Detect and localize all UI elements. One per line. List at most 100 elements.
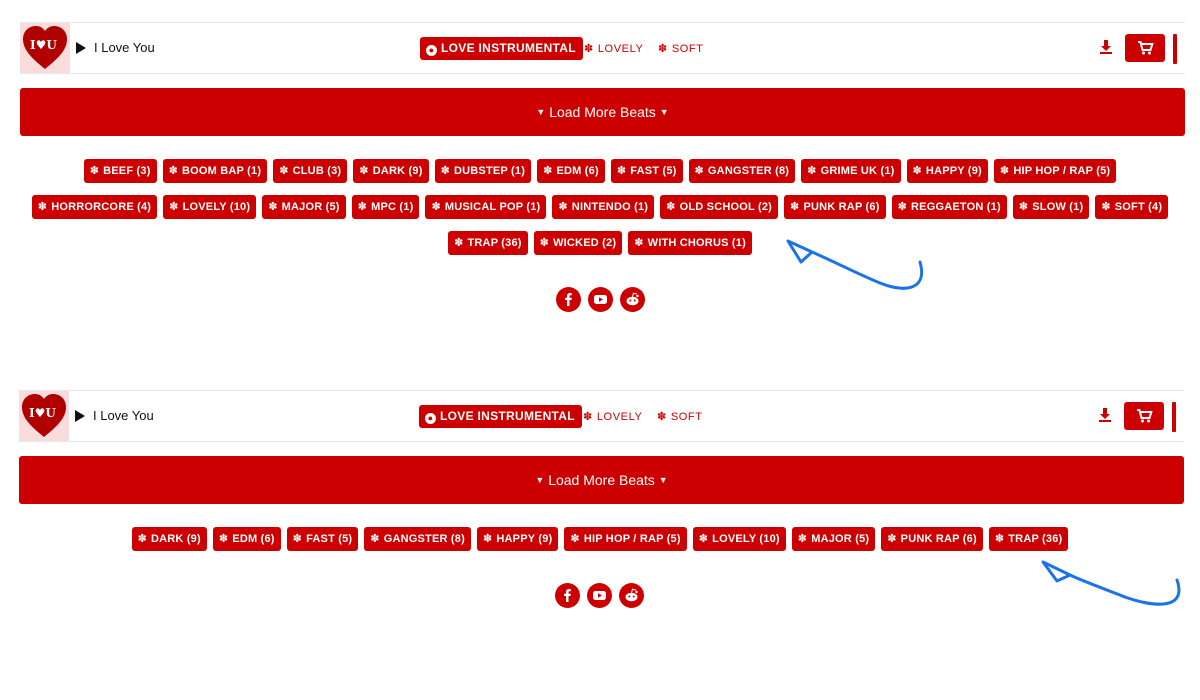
tag-chip-dubstep[interactable]: ✽ DUBSTEP (1) [434, 159, 532, 183]
add-to-cart-button[interactable] [1124, 402, 1164, 430]
asterisk-icon: ✽ [37, 201, 48, 213]
load-more-button[interactable]: ▼ Load More Beats ▼ [20, 88, 1185, 136]
download-icon[interactable] [1099, 39, 1113, 55]
track-title[interactable]: I Love You [93, 408, 154, 423]
tag-chip-label: EDM (6) [232, 533, 275, 545]
tag-chip-edm[interactable]: ✽ EDM (6) [212, 527, 281, 551]
asterisk-icon: ✽ [698, 533, 709, 545]
tag-chip-punk-rap[interactable]: ✽ PUNK RAP (6) [881, 527, 983, 551]
tag-chip-hip-hop-rap[interactable]: ✽ HIP HOP / RAP (5) [564, 527, 687, 551]
asterisk-icon: ✽ [887, 533, 897, 545]
tag-cloud-row: ✽ TRAP (36) ✽ WICKED (2) ✽ WITH CHORUS (1) [0, 231, 1200, 255]
youtube-icon[interactable] [587, 287, 613, 312]
track-cover[interactable]: I♥U [20, 23, 70, 73]
tag-chip-label: TRAP (36) [467, 237, 522, 249]
more-options-bar[interactable] [1172, 402, 1176, 432]
tag-chip-grime-uk[interactable]: ✽ GRIME UK (1) [801, 159, 901, 183]
tag-chip-musical-pop[interactable]: ✽ MUSICAL POP (1) [425, 195, 547, 219]
tag-chip-label: OLD SCHOOL (2) [679, 201, 773, 213]
tag-lovely[interactable]: ✽ LOVELY [583, 410, 642, 423]
tag-chip-gangster[interactable]: ✽ GANGSTER (8) [688, 159, 796, 183]
tag-love-instrumental[interactable]: ● LOVE INSTRUMENTAL [420, 37, 583, 60]
asterisk-icon: ✽ [558, 201, 568, 213]
tag-chip-dark[interactable]: ✽ DARK (9) [131, 527, 207, 551]
tag-chip-label: LOVELY (10) [182, 201, 251, 213]
asterisk-icon: ✽ [137, 533, 147, 545]
play-icon[interactable] [76, 42, 86, 54]
tag-lovely[interactable]: ✽ LOVELY [584, 42, 643, 55]
load-more-button[interactable]: ▼ Load More Beats ▼ [19, 456, 1184, 504]
track-cover[interactable]: I♥U [19, 391, 69, 441]
reddit-icon[interactable] [618, 583, 644, 608]
caret-down-icon: ▼ [659, 107, 669, 117]
tag-chip-label: HAPPY (9) [925, 165, 982, 177]
tag-chip-gangster[interactable]: ✽ GANGSTER (8) [364, 527, 471, 551]
youtube-icon[interactable] [586, 583, 612, 608]
tag-chip-label: NINTENDO (1) [571, 201, 649, 213]
tag-chip-label: HORRORCORE (4) [51, 201, 152, 213]
asterisk-icon: ✽ [440, 165, 450, 177]
tag-chip-hip-hop-rap[interactable]: ✽ HIP HOP / RAP (5) [993, 159, 1117, 183]
tag-chip-label: TRAP (36) [1008, 533, 1063, 545]
tag-chip-label: PUNK RAP (6) [900, 533, 977, 545]
social-links [0, 583, 1199, 608]
tag-chip-soft[interactable]: ✽ SOFT (4) [1095, 195, 1169, 219]
tag-soft[interactable]: ✽ SOFT [657, 410, 703, 423]
tag-chip-beef[interactable]: ✽ BEEF (3) [83, 159, 157, 183]
play-icon[interactable] [75, 410, 85, 422]
tag-chip-label: DUBSTEP (1) [454, 165, 526, 177]
asterisk-icon: ✽ [539, 237, 550, 249]
tag-chip-punk-rap[interactable]: ✽ PUNK RAP (6) [784, 195, 886, 219]
tag-chip-edm[interactable]: ✽ EDM (6) [537, 159, 605, 183]
tag-chip-happy[interactable]: ✽ HAPPY (9) [906, 159, 988, 183]
tag-chip-horrorcore[interactable]: ✽ HORRORCORE (4) [31, 195, 158, 219]
tag-chip-trap[interactable]: ✽ TRAP (36) [448, 231, 528, 255]
asterisk-icon: ✽ [292, 533, 303, 545]
tag-chip-fast[interactable]: ✽ FAST (5) [286, 527, 359, 551]
facebook-icon[interactable] [555, 287, 581, 312]
track-row[interactable]: I♥U I Love You ● LOVE INSTRUMENTAL ✽ LOVEL… [20, 22, 1185, 74]
tag-chip-label: MAJOR (5) [811, 533, 870, 545]
tag-chip-major[interactable]: ✽ MAJOR (5) [791, 527, 876, 551]
tag-chip-mpc[interactable]: ✽ MPC (1) [351, 195, 420, 219]
tag-chip-lovely[interactable]: ✽ LOVELY (10) [692, 527, 786, 551]
tag-love-instrumental[interactable]: ● LOVE INSTRUMENTAL [419, 405, 582, 428]
tag-chip-label: MAJOR (5) [281, 201, 340, 213]
asterisk-icon: ✽ [666, 201, 676, 213]
tag-chip-old-school[interactable]: ✽ OLD SCHOOL (2) [660, 195, 779, 219]
track-title[interactable]: I Love You [94, 40, 155, 55]
tag-chip-label: MPC (1) [371, 201, 414, 213]
download-icon[interactable] [1098, 407, 1112, 423]
add-to-cart-button[interactable] [1125, 34, 1165, 62]
tag-chip-nintendo[interactable]: ✽ NINTENDO (1) [552, 195, 655, 219]
caret-down-icon: ▼ [535, 475, 545, 485]
facebook-icon[interactable] [554, 583, 580, 608]
asterisk-icon: ✽ [168, 165, 178, 177]
tag-chip-dark[interactable]: ✽ DARK (9) [353, 159, 429, 183]
asterisk-icon: ✽ [1018, 201, 1029, 213]
tag-chip-fast[interactable]: ✽ FAST (5) [610, 159, 683, 183]
tag-chip-slow[interactable]: ✽ SLOW (1) [1012, 195, 1090, 219]
tag-chip-major[interactable]: ✽ MAJOR (5) [262, 195, 346, 219]
tag-soft[interactable]: ✽ SOFT [658, 42, 704, 55]
track-row[interactable]: I♥U I Love You ● LOVE INSTRUMENTAL ✽ LOVEL… [19, 390, 1184, 442]
asterisk-icon: ✽ [897, 201, 908, 213]
tag-chip-wicked[interactable]: ✽ WICKED (2) [533, 231, 623, 255]
tag-cloud-row: ✽ BEEF (3) ✽ BOOM BAP (1) ✽ CLUB (3) ✽ DARK (9)… [0, 159, 1200, 183]
tag-chip-label: FAST (5) [306, 533, 353, 545]
more-options-bar[interactable] [1173, 34, 1177, 64]
tag-chip-club[interactable]: ✽ CLUB (3) [273, 159, 348, 183]
tag-chip-reggaeton[interactable]: ✽ REGGAETON (1) [891, 195, 1007, 219]
asterisk-icon: ✽ [583, 411, 593, 423]
tag-chip-happy[interactable]: ✽ HAPPY (9) [476, 527, 559, 551]
user-circle-icon: ● [426, 45, 437, 56]
asterisk-icon: ✽ [89, 165, 100, 177]
asterisk-icon: ✽ [268, 201, 278, 213]
tag-chip-lovely[interactable]: ✽ LOVELY (10) [163, 195, 257, 219]
caret-down-icon: ▼ [536, 107, 546, 117]
asterisk-icon: ✽ [807, 165, 817, 177]
reddit-icon[interactable] [619, 287, 645, 312]
tag-chip-boom-bap[interactable]: ✽ BOOM BAP (1) [162, 159, 268, 183]
tag-chip-with-chorus[interactable]: ✽ WITH CHORUS (1) [628, 231, 752, 255]
tag-chip-trap[interactable]: ✽ TRAP (36) [988, 527, 1069, 551]
